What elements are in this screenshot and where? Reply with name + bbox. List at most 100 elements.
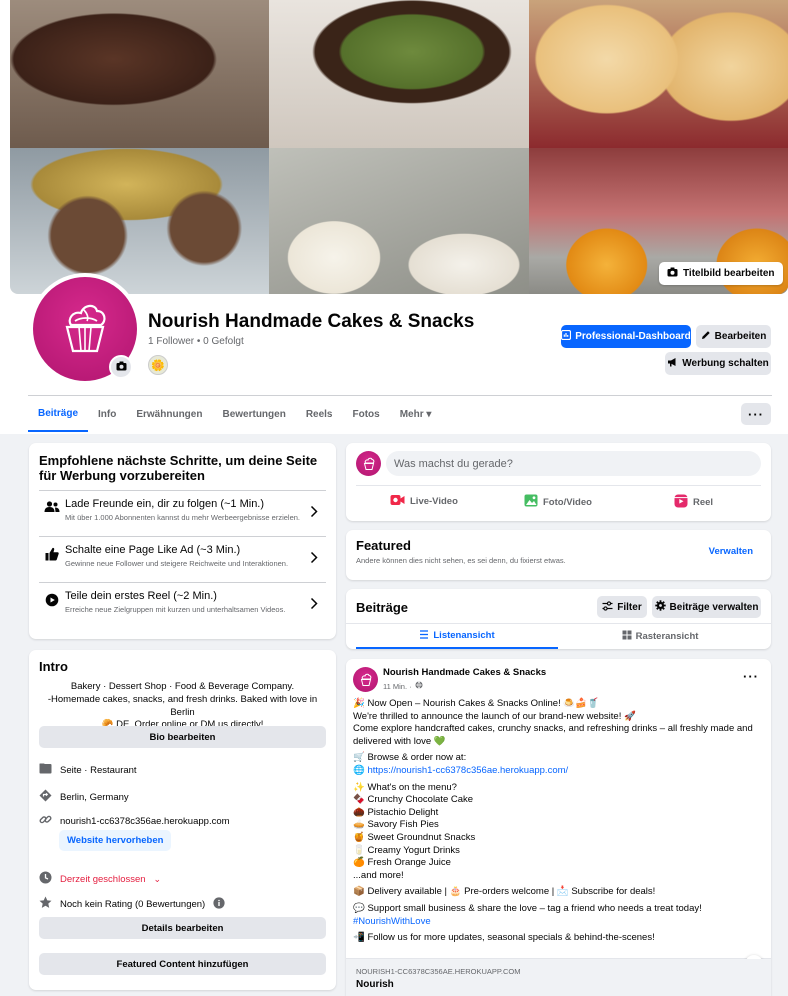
post-text-line: 📦 Delivery available | 🎂 Pre-orders welc… <box>353 886 656 898</box>
tab-reels[interactable]: Reels <box>296 396 343 432</box>
location-icon <box>39 789 52 805</box>
composer-divider <box>356 485 761 486</box>
post-menu-button[interactable]: ··· <box>743 669 759 684</box>
live-video-button[interactable]: Live-Video <box>390 494 458 509</box>
post-website-link[interactable]: 🌐 https://nourish1-cc6378c356ae.herokuap… <box>353 765 763 778</box>
filter-icon <box>602 600 613 614</box>
chevron-right-icon <box>310 543 326 567</box>
page-title: Nourish Handmade Cakes & Snacks <box>148 311 475 332</box>
rating-text: Noch kein Rating (0 Bewertungen) <box>60 898 206 910</box>
recommended-steps-card: Empfohlene nächste Schritte, um deine Se… <box>29 443 336 639</box>
link-preview-title: Nourish <box>356 979 394 990</box>
people-icon <box>39 497 65 513</box>
filter-label: Filter <box>617 601 642 613</box>
post-text-line: 🎉 Now Open – Nourish Cakes & Snacks Onli… <box>353 698 599 709</box>
edit-bio-button[interactable]: Bio bearbeiten <box>39 726 326 748</box>
camera-icon <box>116 360 127 374</box>
info-icon[interactable] <box>213 896 225 912</box>
step-invite-friends[interactable]: Lade Freunde ein, dir zu folgen (~1 Min.… <box>39 490 326 536</box>
post-hashtag-link[interactable]: #NourishWithLove <box>353 916 763 929</box>
flag-icon <box>39 763 52 777</box>
edit-page-button[interactable]: Bearbeiten <box>696 325 771 348</box>
post-text-line: 🌰 Pistachio Delight <box>353 806 439 818</box>
highlight-website-button[interactable]: Website hervorheben <box>59 830 172 851</box>
intro-website[interactable]: nourish1-cc6378c356ae.herokuapp.com <box>39 813 230 829</box>
intro-card: Intro Bakery · Dessert Shop · Food & Bev… <box>29 650 336 990</box>
chevron-down-icon: ⌄ <box>153 873 162 884</box>
manage-posts-button[interactable]: Beiträge verwalten <box>652 596 761 618</box>
intro-bio: Bakery · Dessert Shop · Food & Beverage … <box>35 681 330 732</box>
live-video-label: Live-Video <box>410 496 458 507</box>
cover-photo[interactable] <box>10 0 788 294</box>
chevron-right-icon <box>310 497 326 521</box>
website-text: nourish1-cc6378c356ae.herokuapp.com <box>60 815 230 827</box>
tab-mentions[interactable]: Erwähnungen <box>126 396 212 432</box>
edit-details-button[interactable]: Details bearbeiten <box>39 917 326 939</box>
grid-view-label: Rasteransicht <box>635 631 699 642</box>
post-text-line: 🍫 Crunchy Chocolate Cake <box>353 794 474 806</box>
post-composer: Was machst du gerade? Live-Video Foto/Vi… <box>346 443 771 521</box>
posts-header-card: Beiträge Filter Beiträge verwalten Liste… <box>346 589 771 649</box>
post-text-line: Come explore handcrafted cakes, crunchy … <box>353 723 753 735</box>
tab-posts[interactable]: Beiträge <box>28 396 89 432</box>
chevron-right-icon <box>310 589 326 613</box>
post-text-line: 🍊 Fresh Orange Juice <box>353 857 451 869</box>
photo-video-label: Foto/Video <box>543 496 592 508</box>
post-text-line: 💬 Support small business & share the lov… <box>353 902 702 914</box>
reel-button[interactable]: Reel <box>674 494 713 511</box>
follower-count[interactable]: 1 Follower • 0 Gefolgt <box>148 336 244 347</box>
step-page-like-ad[interactable]: Schalte eine Page Like Ad (~3 Min.) Gewi… <box>39 536 326 582</box>
step-title: Teile dein erstes Reel (~2 Min.) <box>65 590 217 602</box>
composer-avatar[interactable] <box>356 451 381 476</box>
add-featured-content-button[interactable]: Featured Content hinzufügen <box>39 953 326 975</box>
professional-dashboard-button[interactable]: Professional-Dashboard <box>561 325 691 348</box>
post-text-line: 🛒 Browse & order now at: <box>353 752 467 764</box>
grid-view-tab[interactable]: Rasteransicht <box>559 624 761 649</box>
post-author-avatar[interactable] <box>353 667 378 692</box>
edit-cover-label: Titelbild bearbeiten <box>683 268 775 279</box>
photo-video-button[interactable]: Foto/Video <box>524 494 592 510</box>
camera-icon <box>667 267 678 280</box>
post-author-name[interactable]: Nourish Handmade Cakes & Snacks <box>383 667 546 678</box>
profile-header: Titelbild bearbeiten Nourish Handmade Ca… <box>0 0 788 434</box>
link-preview[interactable]: NOURISH1-CC6378C356AE.HEROKUAPP.COM Nour… <box>346 959 771 996</box>
thumbs-up-icon <box>39 543 65 561</box>
post-time[interactable]: 11 Min. · <box>383 682 412 691</box>
manage-posts-label: Beiträge verwalten <box>669 601 759 613</box>
step-first-reel[interactable]: Teile dein erstes Reel (~2 Min.) Erreich… <box>39 582 326 628</box>
follower-avatar[interactable]: 🌼 <box>148 355 168 375</box>
link-icon <box>39 813 52 829</box>
filter-button[interactable]: Filter <box>597 596 647 618</box>
more-options-button[interactable]: ··· <box>741 403 771 425</box>
intro-hours[interactable]: Derzeit geschlossen ⌄ <box>39 871 161 887</box>
tab-more[interactable]: Mehr ▾ <box>390 396 442 432</box>
tab-photos[interactable]: Fotos <box>343 396 390 432</box>
intro-rating: Noch kein Rating (0 Bewertungen) <box>39 896 225 912</box>
list-view-tab[interactable]: Listenansicht <box>356 624 558 649</box>
edit-cover-button[interactable]: Titelbild bearbeiten <box>659 262 783 285</box>
list-icon <box>419 629 429 642</box>
cover-image-groundnut-snacks <box>10 148 269 294</box>
intro-location: Berlin, Germany <box>39 789 129 805</box>
category-text: Seite · Restaurant <box>60 764 137 776</box>
post-text-line: ...and more! <box>353 869 404 881</box>
cover-image-yogurt-drinks <box>269 148 529 294</box>
tab-info[interactable]: Info <box>88 396 126 432</box>
location-text: Berlin, Germany <box>60 791 129 803</box>
reel-label: Reel <box>693 497 714 508</box>
cover-image-chocolate-cake <box>10 0 269 148</box>
hours-status-text: Derzeit geschlossen <box>60 873 146 885</box>
post-body: 🎉 Now Open – Nourish Cakes & Snacks Onli… <box>353 698 763 945</box>
step-subtitle: Erreiche neue Zielgruppen mit kurzen und… <box>65 605 286 614</box>
featured-manage-link[interactable]: Verwalten <box>709 546 753 557</box>
tab-reviews[interactable]: Bewertungen <box>212 396 295 432</box>
step-title: Lade Freunde ein, dir zu folgen (~1 Min.… <box>65 498 265 510</box>
cupcake-logo-icon <box>360 673 371 686</box>
run-ads-button[interactable]: Werbung schalten <box>665 352 771 375</box>
link-preview-domain: NOURISH1-CC6378C356AE.HEROKUAPP.COM <box>356 967 521 976</box>
change-profile-photo-button[interactable] <box>109 355 133 379</box>
live-video-icon <box>390 494 405 509</box>
composer-input[interactable]: Was machst du gerade? <box>386 451 761 476</box>
intro-category: Seite · Restaurant <box>39 763 137 777</box>
list-view-label: Listenansicht <box>433 630 495 641</box>
